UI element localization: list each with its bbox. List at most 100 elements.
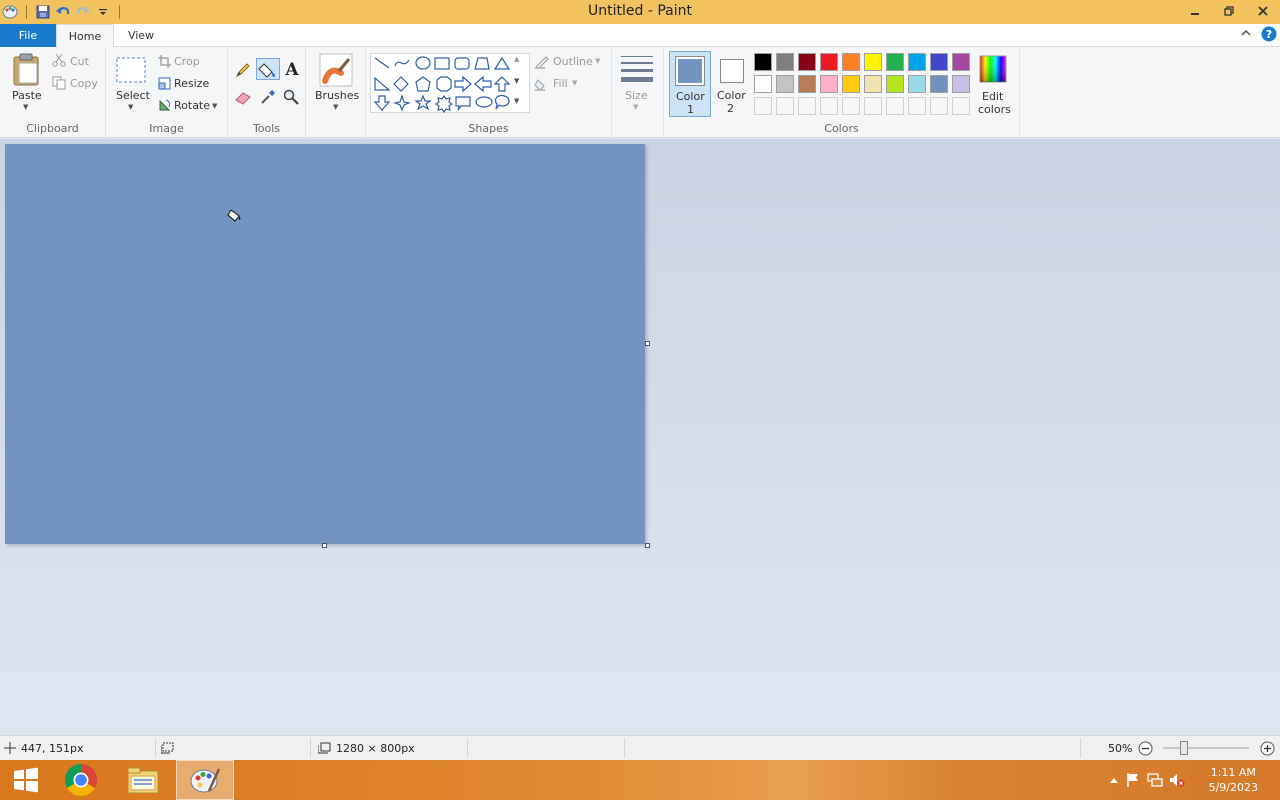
custom-color-slot[interactable]	[776, 97, 794, 115]
outline-button[interactable]: Outline	[553, 55, 593, 68]
shapes-scroll-down-icon[interactable]: ▼	[514, 77, 519, 85]
palette-swatch[interactable]	[864, 53, 882, 71]
palette-swatch[interactable]	[952, 53, 970, 71]
custom-color-slot[interactable]	[952, 97, 970, 115]
brushes-dropdown-icon[interactable]: ▼	[333, 103, 338, 111]
chrome-taskbar-icon[interactable]	[52, 760, 110, 800]
rotate-dropdown-icon[interactable]: ▼	[212, 102, 217, 110]
minimize-ribbon-icon[interactable]	[1240, 27, 1252, 42]
paint-taskbar-icon[interactable]	[176, 760, 234, 800]
paste-icon[interactable]	[10, 53, 42, 90]
help-icon[interactable]: ?	[1261, 26, 1277, 45]
palette-swatch[interactable]	[952, 75, 970, 93]
volume-muted-icon[interactable]	[1166, 770, 1188, 790]
shapes-gallery[interactable]	[370, 53, 530, 114]
network-icon[interactable]	[1144, 770, 1166, 790]
palette-swatch[interactable]	[798, 75, 816, 93]
cursor-position: 447, 151px	[21, 742, 84, 755]
pencil-icon[interactable]	[235, 62, 251, 81]
taskbar-clock[interactable]: 1:11 AM 5/9/2023	[1209, 765, 1258, 795]
custom-color-slot[interactable]	[908, 97, 926, 115]
palette-swatch[interactable]	[820, 75, 838, 93]
size-dropdown-icon[interactable]: ▼	[633, 103, 638, 111]
rotate-button[interactable]: Rotate	[174, 99, 210, 112]
palette-swatch[interactable]	[820, 53, 838, 71]
tab-home[interactable]: Home	[56, 24, 114, 48]
resize-handle-corner[interactable]	[645, 543, 650, 548]
shapes-expand-icon[interactable]: ▼	[514, 97, 519, 105]
canvas-workspace[interactable]	[0, 139, 1280, 735]
crop-button[interactable]: Crop	[174, 55, 200, 68]
palette-swatch[interactable]	[886, 75, 904, 93]
zoom-slider-thumb[interactable]	[1180, 741, 1188, 755]
image-size: 1280 × 800px	[336, 742, 415, 755]
edit-colors-icon[interactable]	[979, 55, 1007, 86]
window-controls	[1178, 0, 1280, 22]
select-icon[interactable]	[116, 57, 146, 86]
palette-swatch[interactable]	[930, 53, 948, 71]
start-button[interactable]	[0, 760, 52, 800]
drawing-canvas[interactable]	[5, 144, 645, 544]
edit-colors-label-2[interactable]: colors	[978, 103, 1011, 116]
fill-button[interactable]: Fill	[553, 77, 568, 90]
cut-button[interactable]: Cut	[70, 55, 89, 68]
image-size-icon	[317, 742, 331, 757]
color-picker-icon[interactable]	[260, 89, 276, 108]
select-dropdown-icon[interactable]: ▼	[128, 103, 133, 111]
custom-color-slot[interactable]	[754, 97, 772, 115]
color-palette	[754, 53, 974, 119]
custom-color-slot[interactable]	[864, 97, 882, 115]
palette-swatch[interactable]	[908, 75, 926, 93]
palette-swatch[interactable]	[886, 53, 904, 71]
close-button[interactable]	[1246, 0, 1280, 22]
color2-button[interactable]: Color 2	[714, 51, 754, 117]
shapes-scroll-up-icon[interactable]: ▲	[514, 55, 519, 63]
file-explorer-taskbar-icon[interactable]	[114, 760, 172, 800]
resize-handle-bottom[interactable]	[322, 543, 327, 548]
fill-with-color-icon[interactable]	[256, 58, 280, 80]
size-label[interactable]: Size	[625, 89, 648, 102]
palette-swatch[interactable]	[754, 53, 772, 71]
size-icon[interactable]	[621, 55, 653, 86]
resize-handle-right[interactable]	[645, 341, 650, 346]
palette-swatch[interactable]	[864, 75, 882, 93]
brushes-label[interactable]: Brushes	[315, 89, 359, 102]
palette-swatch[interactable]	[842, 53, 860, 71]
magnifier-icon[interactable]	[283, 89, 299, 108]
custom-color-slot[interactable]	[798, 97, 816, 115]
paste-dropdown-icon[interactable]: ▼	[23, 103, 28, 111]
custom-color-slot[interactable]	[886, 97, 904, 115]
action-center-flag-icon[interactable]	[1122, 770, 1144, 790]
fill-dropdown-icon[interactable]: ▼	[572, 79, 577, 87]
color1-button[interactable]: Color 1	[669, 51, 711, 117]
outline-dropdown-icon[interactable]: ▼	[595, 57, 600, 65]
edit-colors-label-1[interactable]: Edit	[982, 90, 1003, 103]
custom-color-slot[interactable]	[930, 97, 948, 115]
selection-size-icon	[160, 742, 174, 757]
paste-label[interactable]: Paste	[12, 89, 42, 102]
palette-swatch[interactable]	[908, 53, 926, 71]
text-icon[interactable]: A	[284, 60, 300, 81]
minimize-button[interactable]	[1178, 0, 1212, 22]
palette-swatch[interactable]	[776, 75, 794, 93]
resize-button[interactable]: Resize	[174, 77, 209, 90]
copy-button[interactable]: Copy	[70, 77, 98, 90]
tab-view[interactable]: View	[114, 24, 168, 47]
zoom-slider-track[interactable]	[1163, 747, 1249, 749]
show-hidden-icons-icon[interactable]	[1106, 770, 1122, 790]
zoom-out-button[interactable]	[1138, 741, 1153, 759]
select-label[interactable]: Select	[116, 89, 150, 102]
palette-swatch[interactable]	[842, 75, 860, 93]
tab-file[interactable]: File	[0, 24, 56, 47]
fill-cursor-icon	[227, 208, 243, 227]
eraser-icon[interactable]	[235, 91, 251, 108]
zoom-in-button[interactable]	[1260, 741, 1275, 759]
custom-color-slot[interactable]	[820, 97, 838, 115]
palette-swatch[interactable]	[754, 75, 772, 93]
palette-swatch[interactable]	[798, 53, 816, 71]
brushes-icon[interactable]	[319, 53, 353, 90]
restore-button[interactable]	[1212, 0, 1246, 22]
palette-swatch[interactable]	[776, 53, 794, 71]
custom-color-slot[interactable]	[842, 97, 860, 115]
palette-swatch[interactable]	[930, 75, 948, 93]
